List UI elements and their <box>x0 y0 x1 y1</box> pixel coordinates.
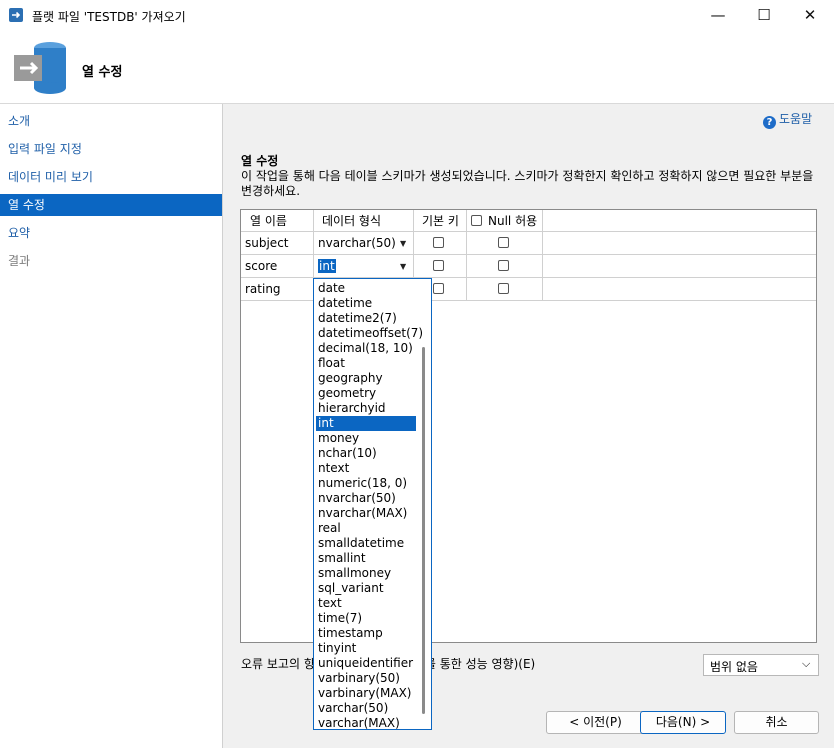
dropdown-option[interactable]: hierarchyid <box>316 401 416 416</box>
dropdown-option[interactable]: datetime <box>316 296 416 311</box>
dropdown-option[interactable]: datetime2(7) <box>316 311 416 326</box>
row-primary-key <box>414 255 467 278</box>
dropdown-option[interactable]: datetimeoffset(7) <box>316 326 423 341</box>
row-filler <box>543 232 816 255</box>
error-scope-select[interactable]: 범위 없음 ⌵ <box>703 654 819 676</box>
sidebar-item-input-file[interactable]: 입력 파일 지정 <box>0 138 222 160</box>
header-allow-null: Null 허용 <box>467 210 543 232</box>
row-filler <box>543 255 816 278</box>
row-data-type-value: int <box>318 259 336 273</box>
previous-button[interactable]: < 이전(P) <box>546 711 645 734</box>
dropdown-option[interactable]: geometry <box>316 386 416 401</box>
dropdown-option[interactable]: time(7) <box>316 611 416 626</box>
help-label: 도움말 <box>779 112 813 126</box>
dropdown-option[interactable]: smallmoney <box>316 566 416 581</box>
dropdown-arrow-icon[interactable]: ▼ <box>400 232 406 255</box>
dropdown-option[interactable]: varchar(50) <box>316 701 416 716</box>
dropdown-option[interactable]: money <box>316 431 416 446</box>
dropdown-option[interactable]: nchar(10) <box>316 446 416 461</box>
dropdown-option[interactable]: sql_variant <box>316 581 416 596</box>
header-filler <box>543 210 816 232</box>
header-allow-null-label: Null 허용 <box>488 214 538 228</box>
dropdown-option[interactable]: nvarchar(MAX) <box>316 506 416 521</box>
sidebar-item-summary[interactable]: 요약 <box>0 222 222 244</box>
row-data-type[interactable]: nvarchar(50) ▼ <box>314 232 414 255</box>
dropdown-option[interactable]: smallint <box>316 551 416 566</box>
row-primary-key <box>414 232 467 255</box>
dropdown-option[interactable]: tinyint <box>316 641 416 656</box>
header-data-type: 데이터 형식 <box>314 210 414 232</box>
page-title: 열 수정 <box>82 65 123 80</box>
cancel-button[interactable]: 취소 <box>734 711 819 734</box>
allow-null-checkbox[interactable] <box>498 237 509 248</box>
maximize-button[interactable]: ☐ <box>741 0 787 31</box>
help-icon: ? <box>763 116 776 129</box>
dropdown-option[interactable]: smalldatetime <box>316 536 416 551</box>
row-data-type-value: nvarchar(50) <box>318 236 396 250</box>
row-allow-null <box>467 278 543 301</box>
dropdown-option[interactable]: text <box>316 596 416 611</box>
close-button[interactable]: ✕ <box>787 0 833 31</box>
section-title: 열 수정 <box>241 154 279 168</box>
next-button[interactable]: 다음(N) > <box>640 711 726 734</box>
import-app-icon <box>9 8 23 22</box>
error-scope-value: 범위 없음 <box>710 660 758 674</box>
primary-key-checkbox[interactable] <box>433 283 444 294</box>
header-column-name: 열 이름 <box>241 210 314 232</box>
dropdown-scrollbar[interactable] <box>422 347 425 714</box>
dropdown-option[interactable]: real <box>316 521 416 536</box>
section-description: 이 작업을 통해 다음 테이블 스키마가 생성되었습니다. 스키마가 정확한지 … <box>241 169 814 198</box>
help-link[interactable]: ? 도움말 <box>763 110 812 129</box>
wizard-sidebar: 소개 입력 파일 지정 데이터 미리 보기 열 수정 요약 결과 <box>0 104 223 748</box>
sidebar-item-preview[interactable]: 데이터 미리 보기 <box>0 166 222 188</box>
dropdown-option[interactable]: timestamp <box>316 626 416 641</box>
dropdown-option[interactable]: uniqueidentifier <box>316 656 416 671</box>
error-reporting-label-end: 를 통한 성능 영향)(E) <box>424 657 536 671</box>
wizard-header: 열 수정 <box>0 31 834 104</box>
dropdown-option[interactable]: decimal(18, 10) <box>316 341 416 356</box>
title-bar: 플랫 파일 'TESTDB' 가져오기 — ☐ ✕ <box>0 0 834 31</box>
dropdown-option[interactable]: int <box>316 416 416 431</box>
sidebar-item-results: 결과 <box>8 254 31 268</box>
dropdown-option[interactable]: numeric(18, 0) <box>316 476 416 491</box>
minimize-button[interactable]: — <box>695 0 741 31</box>
database-import-icon <box>14 42 66 94</box>
allow-null-checkbox[interactable] <box>498 260 509 271</box>
row-column-name[interactable]: rating <box>241 278 314 301</box>
chevron-down-icon: ⌵ <box>802 657 811 670</box>
row-filler <box>543 278 816 301</box>
dropdown-option[interactable]: nvarchar(50) <box>316 491 416 506</box>
dropdown-arrow-icon[interactable]: ▼ <box>400 255 406 278</box>
row-data-type[interactable]: int ▼ <box>314 255 414 278</box>
allow-null-checkbox[interactable] <box>498 283 509 294</box>
header-primary-key: 기본 키 <box>414 210 467 232</box>
dropdown-option[interactable]: varchar(MAX) <box>316 716 416 731</box>
primary-key-checkbox[interactable] <box>433 260 444 271</box>
row-column-name[interactable]: subject <box>241 232 314 255</box>
error-reporting-label-start: 오류 보고의 향 <box>241 657 315 671</box>
window-title: 플랫 파일 'TESTDB' 가져오기 <box>32 10 186 24</box>
row-allow-null <box>467 255 543 278</box>
row-allow-null <box>467 232 543 255</box>
dropdown-option[interactable]: float <box>316 356 416 371</box>
row-column-name[interactable]: score <box>241 255 314 278</box>
dropdown-option[interactable]: varbinary(MAX) <box>316 686 416 701</box>
sidebar-item-modify-columns[interactable]: 열 수정 <box>0 194 222 216</box>
sidebar-item-intro[interactable]: 소개 <box>0 110 222 132</box>
dropdown-option[interactable]: varbinary(50) <box>316 671 416 686</box>
allow-null-all-checkbox[interactable] <box>471 215 482 226</box>
data-type-dropdown-list[interactable]: date datetime datetime2(7) datetimeoffset(7… <box>313 278 432 730</box>
dropdown-option[interactable]: geography <box>316 371 416 386</box>
dropdown-option[interactable]: date <box>316 281 416 296</box>
primary-key-checkbox[interactable] <box>433 237 444 248</box>
dropdown-option[interactable]: ntext <box>316 461 416 476</box>
